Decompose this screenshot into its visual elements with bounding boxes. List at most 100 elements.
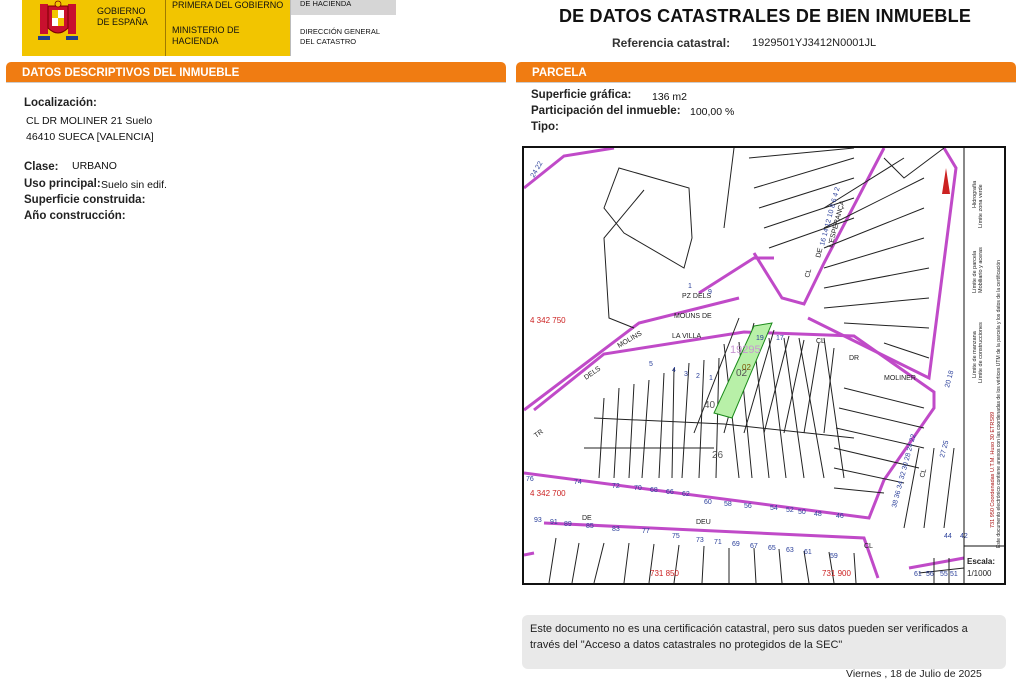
clase-label: Clase: xyxy=(24,161,59,173)
localizacion-label: Localización: xyxy=(24,97,97,109)
svg-text:51: 51 xyxy=(950,571,958,578)
block-boundary xyxy=(698,256,774,295)
legend-item: Límite de construcciones xyxy=(978,322,984,383)
street-label: TR xyxy=(533,429,545,440)
verification-note: Este documento no es una certificación c… xyxy=(522,615,1006,669)
legend-item: Hidrografía xyxy=(972,180,978,208)
legend-item: Mobiliario y aceras xyxy=(978,247,984,293)
svg-text:67: 67 xyxy=(750,543,758,550)
street-label: MOUNS DE xyxy=(674,313,712,320)
svg-text:9: 9 xyxy=(708,289,712,296)
coord-label: 731 900 xyxy=(822,569,851,578)
svg-text:27 25: 27 25 xyxy=(939,440,950,459)
dg-label: DIRECCIÓN GENERAL DEL CATASTRO xyxy=(300,27,380,46)
svg-text:26: 26 xyxy=(712,450,724,461)
svg-text:1: 1 xyxy=(709,375,713,382)
svg-text:44: 44 xyxy=(944,533,952,540)
sup-grafica-label: Superficie gráfica: xyxy=(531,89,632,101)
svg-text:20 18: 20 18 xyxy=(944,370,955,389)
cadastral-map[interactable]: PZ DELS MOUNS DE LA VILLA MOLINS DELS TR… xyxy=(522,146,1006,585)
svg-text:59: 59 xyxy=(830,553,838,560)
svg-text:69: 69 xyxy=(732,541,740,548)
svg-text:58: 58 xyxy=(724,501,732,508)
svg-text:3: 3 xyxy=(684,371,688,378)
gobierno-label: GOBIERNO DE ESPAÑA xyxy=(97,6,159,28)
svg-text:55: 55 xyxy=(940,571,948,578)
svg-text:50: 50 xyxy=(798,509,806,516)
section-header-datos: DATOS DESCRIPTIVOS DEL INMUEBLE xyxy=(6,62,506,82)
svg-text:61: 61 xyxy=(914,571,922,578)
map-canvas: PZ DELS MOUNS DE LA VILLA MOLINS DELS TR… xyxy=(524,148,1004,583)
svg-text:74: 74 xyxy=(574,479,582,486)
svg-text:2: 2 xyxy=(696,373,700,380)
svg-text:40: 40 xyxy=(704,400,716,411)
svg-text:65: 65 xyxy=(768,545,776,552)
ministry-top-label: PRIMERA DEL GOBIERNO xyxy=(172,0,284,10)
header-divider xyxy=(290,0,291,56)
svg-text:48: 48 xyxy=(814,511,822,518)
gobierno-text: GOBIERNO DE ESPAÑA xyxy=(97,6,148,27)
svg-text:73: 73 xyxy=(696,537,704,544)
svg-text:71: 71 xyxy=(714,539,722,546)
section-header-parcela: PARCELA xyxy=(516,62,1016,82)
ref-value: 1929501YJ3412N0001JL xyxy=(752,37,877,49)
svg-text:46: 46 xyxy=(836,513,844,520)
sup-grafica-value: 136 m2 xyxy=(652,91,688,103)
svg-text:54: 54 xyxy=(770,505,778,512)
street-label: MOLINS xyxy=(617,330,644,350)
svg-text:61: 61 xyxy=(804,549,812,556)
svg-text:38 36 34 32 30 28 24 22: 38 36 34 32 30 28 24 22 xyxy=(891,433,917,508)
tipo-label: Tipo: xyxy=(531,121,559,133)
address-line1: CL DR MOLINER 21 Suelo xyxy=(26,115,153,127)
legend-item: Límite zona verde xyxy=(978,184,984,228)
svg-text:91: 91 xyxy=(550,519,558,526)
ministry-label: MINISTERIO DE HACIENDA xyxy=(172,25,240,46)
header-divider xyxy=(165,0,166,56)
anio-label: Año construcción: xyxy=(24,210,126,222)
svg-text:68: 68 xyxy=(650,487,658,494)
svg-text:76: 76 xyxy=(526,476,534,483)
svg-text:85: 85 xyxy=(586,523,594,530)
coord-label: 731 850 xyxy=(650,569,679,578)
participacion-value: 100,00 % xyxy=(690,106,735,118)
document-date: Viernes , 18 de Julio de 2025 xyxy=(846,668,982,680)
scale-value: 1/1000 xyxy=(967,569,992,578)
street-label: DE xyxy=(582,515,592,522)
svg-text:24 22: 24 22 xyxy=(530,160,545,179)
street-label: DEU xyxy=(696,519,711,526)
svg-text:72: 72 xyxy=(612,483,620,490)
svg-text:52: 52 xyxy=(786,507,794,514)
uso-value: Suelo sin edif. xyxy=(101,179,167,191)
street-label: CL xyxy=(919,468,928,479)
scale-label: Escala: xyxy=(967,557,995,566)
svg-text:89: 89 xyxy=(564,521,572,528)
svg-text:83: 83 xyxy=(612,526,620,533)
street-label: CL xyxy=(864,543,873,550)
svg-text:56: 56 xyxy=(744,503,752,510)
svg-text:19: 19 xyxy=(756,335,764,342)
street-label: MOLINER xyxy=(884,375,916,382)
svg-text:77: 77 xyxy=(642,528,650,535)
parcel-num-label: 02 xyxy=(742,363,751,372)
street-label: CL xyxy=(816,338,825,345)
dg-top-label: DE HACIENDA xyxy=(300,0,352,8)
section-divider xyxy=(516,82,1016,83)
coord-label: 4 342 700 xyxy=(530,489,566,498)
participacion-label: Participación del inmueble: xyxy=(531,105,681,117)
north-arrow-icon xyxy=(942,168,950,194)
svg-text:63: 63 xyxy=(786,547,794,554)
address-line2: 46410 SUECA [VALENCIA] xyxy=(26,131,154,143)
superficie-label: Superficie construida: xyxy=(24,194,146,206)
clase-value: URBANO xyxy=(72,160,117,172)
svg-text:70: 70 xyxy=(634,485,642,492)
street-label: DR xyxy=(849,355,859,362)
street-label: CL xyxy=(804,268,813,279)
block-boundary xyxy=(807,148,958,381)
street-label: DE xyxy=(815,247,824,259)
doc-note: Este documento electrónico contiene anex… xyxy=(996,260,1002,548)
section-divider xyxy=(6,82,506,83)
svg-text:5: 5 xyxy=(649,361,653,368)
svg-text:75: 75 xyxy=(672,533,680,540)
svg-text:62: 62 xyxy=(682,491,690,498)
svg-text:1: 1 xyxy=(688,283,692,290)
